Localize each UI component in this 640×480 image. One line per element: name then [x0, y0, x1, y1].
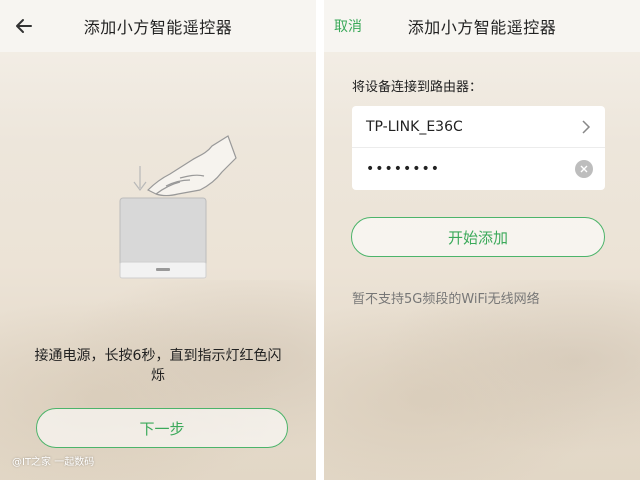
wifi-password-input[interactable] [366, 161, 566, 177]
wifi-ssid-value: TP-LINK_E36C [366, 118, 463, 135]
arrow-left-icon [16, 19, 32, 33]
instruction-text: 接通电源，长按6秒，直到指示灯红色闪烁 [34, 348, 282, 384]
next-step-button[interactable]: 下一步 [36, 408, 288, 448]
start-add-button[interactable]: 开始添加 [351, 217, 605, 257]
device-box [119, 197, 207, 279]
down-arrow-icon [133, 166, 147, 191]
back-button[interactable] [10, 12, 38, 40]
wifi-5g-notice: 暂不支持5G频段的WiFi无线网络 [352, 292, 540, 307]
watermark: @IT之家 一起数码 [12, 457, 95, 468]
right-screen: 取消 添加小方智能遥控器 将设备连接到路由器： TP-LINK_E36C 开始添… [324, 0, 640, 480]
chevron-right-icon[interactable] [579, 119, 593, 135]
header: 取消 添加小方智能遥控器 [324, 0, 640, 52]
page-title: 添加小方智能遥控器 [83, 18, 233, 37]
wifi-form: TP-LINK_E36C [352, 106, 605, 190]
header: 添加小方智能遥控器 [0, 0, 316, 52]
cancel-button[interactable]: 取消 [334, 16, 362, 36]
hand-press-icon [146, 135, 237, 197]
clear-icon[interactable] [575, 160, 593, 178]
router-section-label: 将设备连接到路由器： [352, 80, 483, 95]
wifi-password-row [352, 148, 605, 190]
wifi-ssid-row[interactable]: TP-LINK_E36C [352, 106, 605, 148]
page-title: 添加小方智能遥控器 [407, 18, 557, 37]
left-screen: 添加小方智能遥控器 接通电源，长按6秒，直到指示灯红色闪烁 下一步 @IT之家 … [0, 0, 316, 480]
device-illustration [108, 128, 238, 288]
